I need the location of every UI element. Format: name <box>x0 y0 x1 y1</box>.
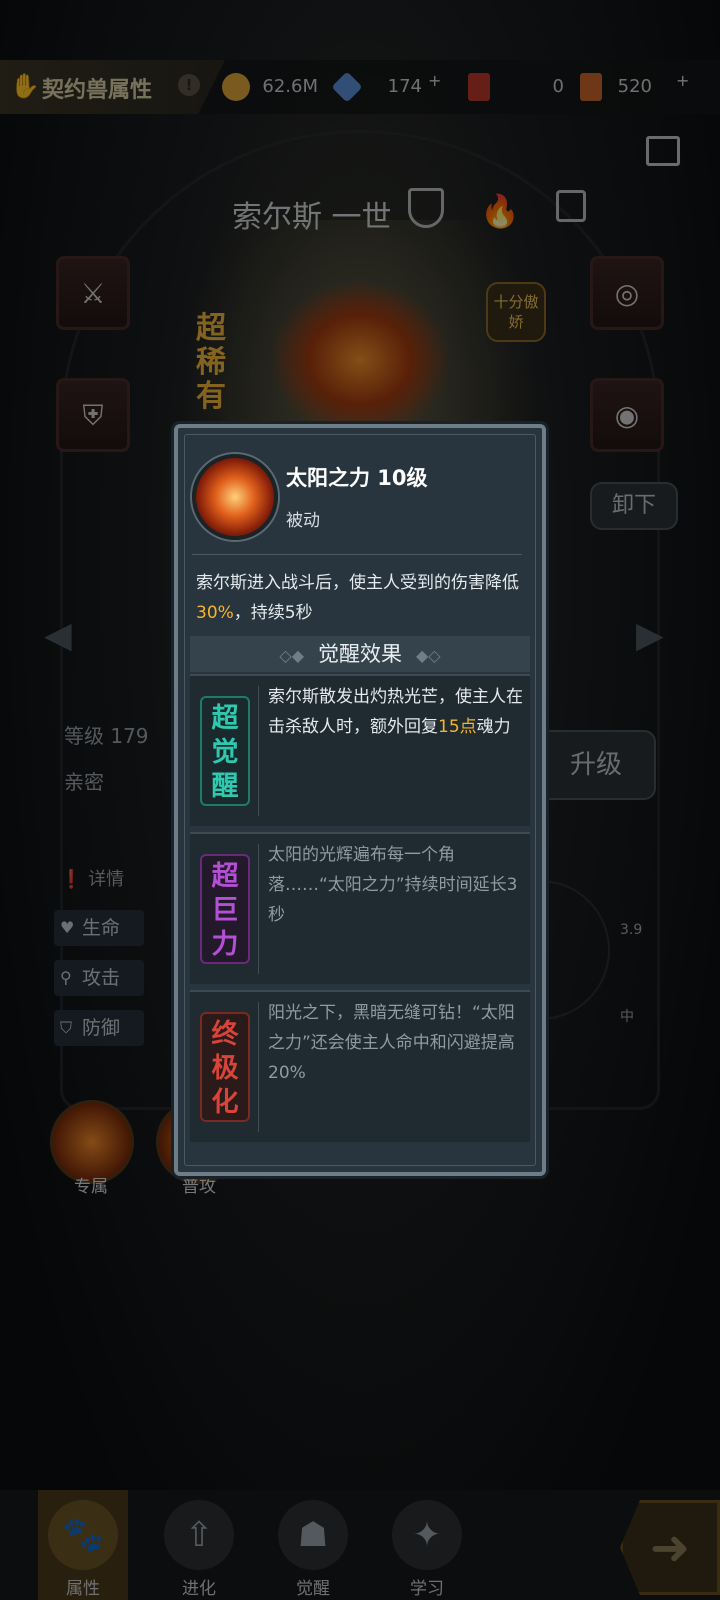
awaken-entry: 超觉醒 索尔斯散发出灼热光芒，使主人在击杀敌人时，额外回复15点魂力 <box>190 674 530 826</box>
divider <box>192 554 522 555</box>
diamond-ornament-icon: ◇◆ <box>279 646 304 665</box>
diamond-ornament-icon: ◆◇ <box>416 646 441 665</box>
skill-name: 太阳之力 10级 <box>286 466 428 490</box>
skill-description: 索尔斯进入战斗后，使主人受到的伤害降低30%，持续5秒 <box>196 573 519 623</box>
awaken-section-header: ◇◆ 觉醒效果 ◆◇ <box>190 636 530 672</box>
skill-popup: 太阳之力 10级 被动 索尔斯进入战斗后，使主人受到的伤害降低30%，持续5秒 … <box>174 424 546 1176</box>
awaken-text: 阳光之下，黑暗无缝可钻！“太阳之力”还会使主人命中和闪避提高20% <box>268 1003 515 1083</box>
awaken-badge: 终极化 <box>200 1012 250 1122</box>
awaken-text: 太阳的光辉遍布每一个角落……“太阳之力”持续时间延长3秒 <box>268 845 518 925</box>
awaken-text: 索尔斯散发出灼热光芒，使主人在击杀敌人时，额外回复15点魂力 <box>268 687 523 737</box>
awaken-entry: 终极化 阳光之下，黑暗无缝可钻！“太阳之力”还会使主人命中和闪避提高20% <box>190 990 530 1142</box>
skill-type: 被动 <box>286 511 320 531</box>
awaken-badge: 超巨力 <box>200 854 250 964</box>
awaken-entry: 超巨力 太阳的光辉遍布每一个角落……“太阳之力”持续时间延长3秒 <box>190 832 530 984</box>
sun-power-skill-icon <box>192 454 278 540</box>
awaken-badge: 超觉醒 <box>200 696 250 806</box>
